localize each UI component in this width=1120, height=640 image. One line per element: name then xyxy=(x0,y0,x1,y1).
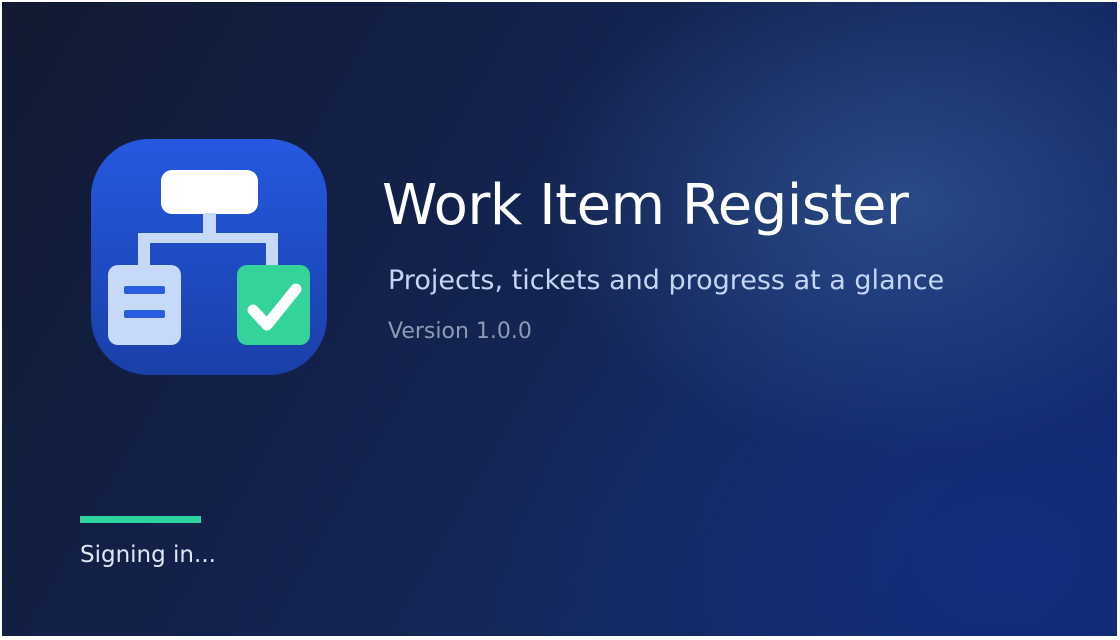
loading-progress-fill xyxy=(80,516,201,523)
loading-progress-bar xyxy=(80,516,201,523)
version-label: Version 1.0.0 xyxy=(388,319,532,344)
loading-status-text: Signing in... xyxy=(80,542,216,568)
app-title: Work Item Register xyxy=(382,173,909,238)
app-tagline: Projects, tickets and progress at a glan… xyxy=(388,265,945,296)
app-logo-icon xyxy=(91,139,327,375)
splash-screen: Work Item Register Projects, tickets and… xyxy=(2,2,1117,636)
